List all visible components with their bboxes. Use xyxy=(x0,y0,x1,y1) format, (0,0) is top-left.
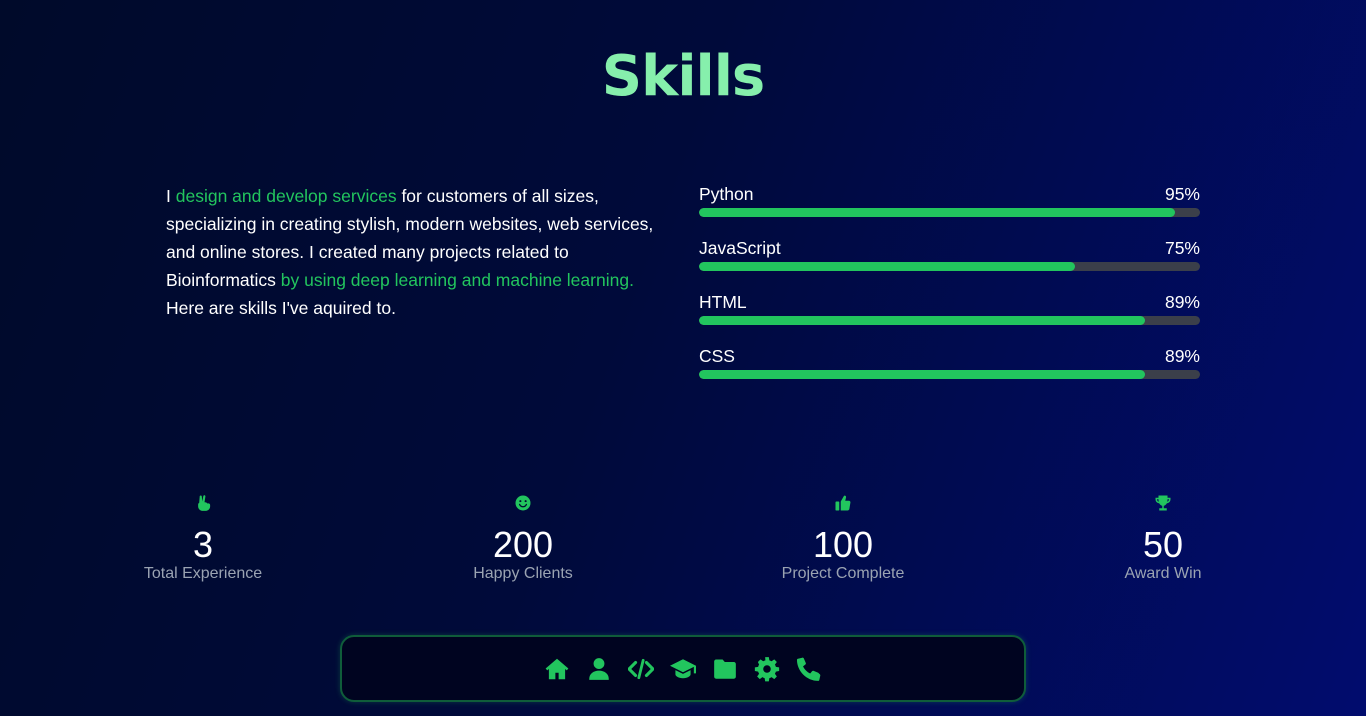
nav-projects[interactable] xyxy=(711,655,739,683)
nav-services[interactable] xyxy=(753,655,781,683)
skill-progress-fill xyxy=(699,370,1145,379)
stat-value: 200 xyxy=(492,524,554,565)
skill-percent: 75% xyxy=(1164,238,1200,258)
gear-icon xyxy=(754,656,780,681)
skill-name: Python xyxy=(699,184,754,204)
skill-item-css: CSS 89% xyxy=(699,345,1200,399)
folder-icon xyxy=(714,658,736,679)
skill-progress-track xyxy=(699,208,1200,217)
graduation-cap-icon xyxy=(670,658,696,678)
about-text-3: Here are skills I've aquired to. xyxy=(166,298,396,318)
skill-name: JavaScript xyxy=(699,238,781,258)
skill-percent: 95% xyxy=(1164,184,1200,204)
stat-label: Happy Clients xyxy=(473,565,573,582)
stat-clients: 200 Happy Clients xyxy=(423,492,623,583)
skill-progress-track xyxy=(699,262,1200,271)
skill-progress-fill xyxy=(699,262,1075,271)
code-icon xyxy=(628,658,654,679)
stat-label: Total Experience xyxy=(143,565,263,582)
about-text-1: I xyxy=(166,186,176,206)
nav-skills[interactable] xyxy=(627,655,655,683)
stats-row: 3 Total Experience 200 Happy Clients 100… xyxy=(0,492,1366,592)
nav-contact[interactable] xyxy=(795,655,823,683)
skills-list: Python 95% JavaScript 75% HTML 89% CSS 8… xyxy=(699,183,1200,399)
phone-icon xyxy=(796,657,821,681)
trophy-icon xyxy=(1155,495,1171,511)
stat-label: Project Complete xyxy=(781,565,905,582)
hand-peace-icon xyxy=(198,495,211,511)
skill-name: HTML xyxy=(699,292,747,312)
stat-value: 3 xyxy=(192,524,214,565)
nav-education[interactable] xyxy=(669,655,697,683)
skill-name: CSS xyxy=(699,346,735,366)
about-highlight-1: design and develop services xyxy=(175,186,397,206)
home-icon xyxy=(545,658,569,679)
skill-progress-track xyxy=(699,316,1200,325)
smile-icon xyxy=(515,495,531,511)
stat-projects: 100 Project Complete xyxy=(743,492,943,583)
thumbs-up-icon xyxy=(835,495,851,511)
stat-value: 100 xyxy=(812,524,874,565)
skill-item-html: HTML 89% xyxy=(699,291,1200,345)
stat-label: Award Win xyxy=(1124,565,1202,582)
stat-value: 50 xyxy=(1142,524,1184,565)
skill-percent: 89% xyxy=(1164,292,1200,312)
stat-awards: 50 Award Win xyxy=(1063,492,1263,583)
skill-progress-fill xyxy=(699,316,1145,325)
nav-about[interactable] xyxy=(585,655,613,683)
stat-experience: 3 Total Experience xyxy=(103,492,303,583)
skill-item-python: Python 95% xyxy=(699,183,1200,237)
skill-percent: 89% xyxy=(1164,346,1200,366)
about-highlight-2: by using deep learning and machine learn… xyxy=(280,270,634,290)
about-paragraph: I design and develop services for custom… xyxy=(166,182,666,322)
nav-home[interactable] xyxy=(543,655,571,683)
user-icon xyxy=(589,657,609,680)
skill-progress-fill xyxy=(699,208,1175,217)
skill-item-javascript: JavaScript 75% xyxy=(699,237,1200,291)
bottom-nav xyxy=(340,635,1026,702)
section-title: Skills xyxy=(601,44,766,109)
skill-progress-track xyxy=(699,370,1200,379)
